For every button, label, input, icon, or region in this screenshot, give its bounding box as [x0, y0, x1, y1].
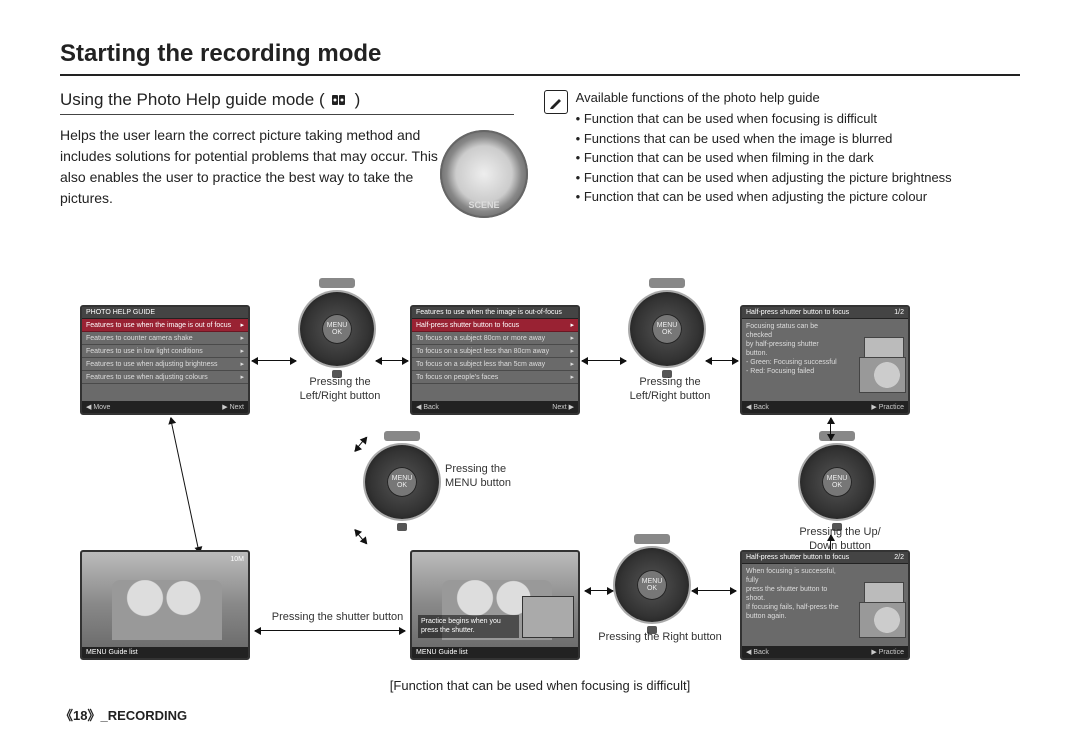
bullet-item: Function that can be used when adjusting…: [576, 168, 1020, 188]
page-title: Starting the recording mode: [60, 40, 1020, 76]
bullet-item: Function that can be used when filming i…: [576, 148, 1020, 168]
lcd-practice: Practice begins when you press the shutt…: [410, 550, 580, 660]
lcd-body: When focusing is successful, fully press…: [742, 564, 845, 625]
arrow-vert: [170, 418, 200, 553]
practice-overlay: Practice begins when you press the shutt…: [418, 615, 519, 638]
subtitle: Using the Photo Help guide mode (: [60, 90, 325, 110]
lcd-live-preview: 10M MENU Guide list: [80, 550, 250, 660]
right-column: Available functions of the photo help gu…: [544, 90, 1020, 209]
lcd-row: To focus on people's faces: [412, 371, 578, 384]
caption-menu: Pressing the MENU button: [445, 462, 535, 491]
subtitle-close: ): [355, 90, 361, 110]
lcd-row: To focus on a subject less than 5cm away: [412, 358, 578, 371]
lcd-footer: ◀ Back▶ Practice: [742, 401, 908, 413]
subtitle-row: Using the Photo Help guide mode ( ): [60, 90, 514, 115]
hand-icon: [859, 357, 906, 393]
caption-right: Pressing the Right button: [590, 630, 730, 644]
arrow-both: [585, 590, 613, 591]
arrow-both: [706, 360, 738, 361]
lcd-half-press-1: Half-press shutter button to focus1/2 Fo…: [740, 305, 910, 415]
arrow-vert: [354, 530, 366, 544]
arrow-vert: [830, 418, 831, 440]
note-box: Available functions of the photo help gu…: [544, 90, 1020, 207]
page-number: 《18》: [60, 708, 100, 723]
intro-paragraph: Helps the user learn the correct picture…: [60, 125, 440, 209]
lcd-row: Features to use when adjusting colours: [82, 371, 248, 384]
nav-pad-icon: [300, 292, 374, 366]
nav-pad-icon: [615, 548, 689, 622]
lcd-header: PHOTO HELP GUIDE: [82, 307, 248, 319]
people-icon: [112, 580, 222, 640]
arrow-both: [582, 360, 626, 361]
caption-left-right: Pressing the Left/Right button: [615, 375, 725, 404]
pencil-icon: [544, 90, 568, 114]
lcd-body: Focusing status can be checked by half-p…: [742, 319, 845, 380]
lcd-header: Half-press shutter button to focus1/2: [742, 307, 908, 319]
help-mode-icon: [331, 92, 349, 108]
lcd-row: Features to counter camera shake: [82, 332, 248, 345]
lcd-row: To focus on a subject less than 80cm awa…: [412, 345, 578, 358]
manual-page: Starting the recording mode Using the Ph…: [0, 0, 1080, 746]
lcd-row: Features to use when adjusting brightnes…: [82, 358, 248, 371]
nav-pad-icon: [630, 292, 704, 366]
arrow-both: [255, 630, 405, 631]
bullet-item: Function that can be used when adjusting…: [576, 187, 1020, 207]
bullet-item: Function that can be used when focusing …: [576, 109, 1020, 129]
lcd-header: Features to use when the image is out-of…: [412, 307, 578, 319]
lcd-bar: MENU Guide list: [82, 647, 248, 658]
arrow-vert: [354, 437, 366, 451]
lcd-features-focus: Features to use when the image is out-of…: [410, 305, 580, 415]
res-label: 10M: [230, 556, 244, 563]
lcd-row: Features to use when the image is out of…: [82, 319, 248, 332]
lcd-footer: ◀ BackNext ▶: [412, 401, 578, 413]
note-title: Available functions of the photo help gu…: [576, 90, 1020, 105]
arrow-both: [692, 590, 736, 591]
nav-pad-icon: [365, 445, 439, 519]
lcd-footer: ◀ Back▶ Practice: [742, 646, 908, 658]
diagram-caption: [Function that can be used when focusing…: [60, 678, 1020, 693]
arrow-both: [252, 360, 296, 361]
lcd-bar: MENU Guide list: [412, 647, 578, 658]
arrow-both: [376, 360, 408, 361]
hand-icon: [522, 596, 574, 638]
note-body: Available functions of the photo help gu…: [576, 90, 1020, 207]
lcd-row: Features to use in low light conditions: [82, 345, 248, 358]
page-footer: 《18》_RECORDING: [60, 705, 187, 724]
flow-diagram: PHOTO HELP GUIDE Features to use when th…: [60, 290, 1020, 686]
lcd-photo-help-guide: PHOTO HELP GUIDE Features to use when th…: [80, 305, 250, 415]
section-label: _RECORDING: [100, 708, 187, 723]
nav-pad-icon: [800, 445, 874, 519]
hand-icon: [859, 602, 906, 638]
lcd-row: Half-press shutter button to focus: [412, 319, 578, 332]
mode-dial-icon: [440, 130, 528, 218]
lcd-row: To focus on a subject 80cm or more away: [412, 332, 578, 345]
caption-left-right: Pressing the Left/Right button: [285, 375, 395, 404]
bullet-item: Functions that can be used when the imag…: [576, 129, 1020, 149]
lcd-footer: ◀ Move▶ Next: [82, 401, 248, 413]
caption-shutter: Pressing the shutter button: [260, 610, 415, 624]
intro-columns: Using the Photo Help guide mode ( ) Help…: [60, 90, 1020, 209]
lcd-header: Half-press shutter button to focus2/2: [742, 552, 908, 564]
lcd-half-press-2: Half-press shutter button to focus2/2 Wh…: [740, 550, 910, 660]
bullet-list: Function that can be used when focusing …: [576, 109, 1020, 207]
